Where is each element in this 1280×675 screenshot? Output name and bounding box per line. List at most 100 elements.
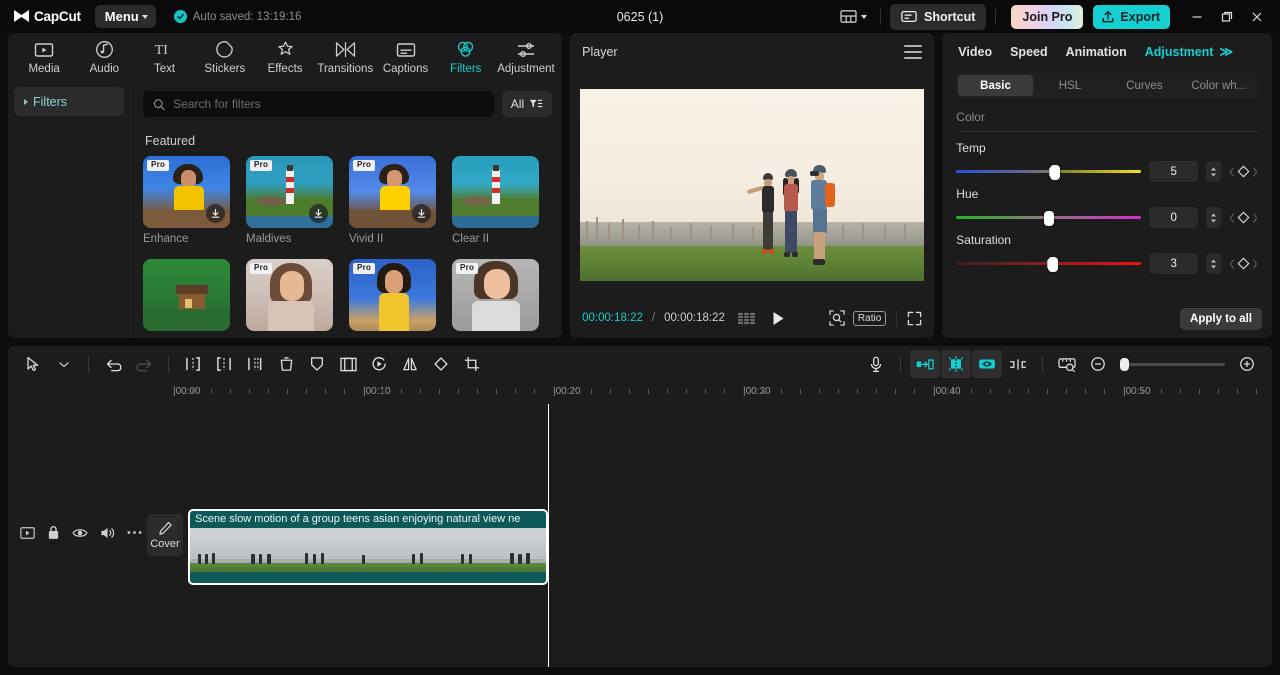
filter-item[interactable]: Pro Maldives: [246, 156, 333, 245]
filter-sort-button[interactable]: All: [501, 91, 553, 117]
frames-icon[interactable]: [738, 312, 755, 325]
filter-item[interactable]: Pro Vivid II: [349, 156, 436, 245]
hamburger-icon[interactable]: [904, 45, 923, 59]
segment-curves[interactable]: Curves: [1107, 75, 1181, 96]
filter-item[interactable]: [143, 259, 230, 336]
select-tool[interactable]: [18, 350, 48, 378]
tab-adjustment[interactable]: Adjustment: [496, 34, 556, 80]
tab-animation[interactable]: Animation: [1066, 45, 1127, 59]
saturation-stepper[interactable]: [1206, 253, 1221, 274]
video-preview[interactable]: [580, 88, 925, 281]
layout-button[interactable]: [836, 3, 871, 30]
tab-filters[interactable]: Filters: [436, 34, 496, 80]
rotate-button[interactable]: [426, 350, 456, 378]
ruler-scale[interactable]: |00:00 |00:10 |00:20 |00:30 |00:40 |00:50: [143, 382, 1272, 404]
timeline-ruler[interactable]: |00:00 |00:10 |00:20 |00:30 |00:40 |00:50: [8, 382, 1272, 404]
filter-item[interactable]: Pro: [452, 259, 539, 336]
more-icon[interactable]: [127, 530, 142, 535]
filter-item[interactable]: Pro: [246, 259, 333, 336]
tab-effects[interactable]: Effects: [255, 34, 315, 80]
hue-keyframe[interactable]: [1229, 211, 1258, 224]
hue-stepper[interactable]: [1206, 207, 1221, 228]
zoom-slider-knob[interactable]: [1120, 357, 1129, 371]
download-icon[interactable]: [309, 204, 328, 223]
split-marker-button[interactable]: [1003, 350, 1033, 378]
auto-align-button[interactable]: [910, 350, 940, 378]
video-clip[interactable]: Scene slow motion of a group teens asian…: [188, 509, 548, 585]
segment-hsl[interactable]: HSL: [1033, 75, 1107, 96]
eye-icon[interactable]: [72, 527, 88, 539]
reverse-button[interactable]: [364, 350, 394, 378]
hue-slider[interactable]: [956, 210, 1142, 226]
tab-audio[interactable]: Audio: [74, 34, 134, 80]
maximize-button[interactable]: [1212, 4, 1242, 30]
tab-label: Effects: [267, 62, 303, 75]
link-toggle[interactable]: [972, 350, 1002, 378]
zoom-slider[interactable]: [1120, 357, 1225, 371]
crop-button[interactable]: [457, 350, 487, 378]
play-button[interactable]: [772, 311, 785, 326]
split-button[interactable]: [178, 350, 208, 378]
zoom-in-button[interactable]: [1232, 350, 1262, 378]
video-track-icon[interactable]: [20, 526, 35, 539]
ratio-button[interactable]: Ratio: [852, 310, 887, 326]
menu-button[interactable]: Menu: [94, 5, 156, 28]
filter-item[interactable]: Pro Enhance: [143, 156, 230, 245]
delete-left-button[interactable]: [209, 350, 239, 378]
filter-item[interactable]: Clear II: [452, 156, 539, 245]
apply-to-all-button[interactable]: Apply to all: [1180, 308, 1262, 330]
tab-transitions[interactable]: Transitions: [315, 34, 375, 80]
measure-button[interactable]: [1052, 350, 1082, 378]
filmstrip-frame: [190, 528, 242, 572]
temp-stepper[interactable]: [1206, 161, 1221, 182]
tab-stickers[interactable]: Stickers: [195, 34, 255, 80]
shortcut-button[interactable]: Shortcut: [890, 3, 987, 30]
magnet-toggle[interactable]: [941, 350, 971, 378]
delete-button[interactable]: [271, 350, 301, 378]
freeze-button[interactable]: [302, 350, 332, 378]
tab-video[interactable]: Video: [958, 45, 992, 59]
search-box[interactable]: [143, 91, 494, 117]
filter-item[interactable]: Pro: [349, 259, 436, 336]
record-button[interactable]: [861, 350, 891, 378]
more-tabs-icon[interactable]: ≫: [1219, 44, 1233, 60]
select-dropdown[interactable]: [49, 350, 79, 378]
minimize-button[interactable]: [1182, 4, 1212, 30]
join-pro-button[interactable]: Join Pro: [1011, 4, 1084, 29]
close-button[interactable]: [1242, 4, 1272, 30]
segment-basic[interactable]: Basic: [958, 75, 1033, 96]
tab-text[interactable]: TI Text: [134, 34, 194, 80]
tab-captions[interactable]: Captions: [375, 34, 435, 80]
temp-keyframe[interactable]: [1229, 165, 1258, 178]
saturation-keyframe[interactable]: [1229, 257, 1258, 270]
mirror-button[interactable]: [395, 350, 425, 378]
pro-badge: Pro: [250, 263, 273, 274]
segment-color-wheels[interactable]: Color wh...: [1182, 75, 1256, 96]
video-lane[interactable]: Scene slow motion of a group teens asian…: [143, 404, 1272, 667]
export-button[interactable]: Export: [1093, 4, 1170, 29]
hue-value[interactable]: 0: [1149, 207, 1199, 228]
saturation-value[interactable]: 3: [1149, 253, 1199, 274]
tab-media[interactable]: Media: [14, 34, 74, 80]
download-icon[interactable]: [206, 204, 225, 223]
zoom-out-button[interactable]: [1083, 350, 1113, 378]
crop-frame-button[interactable]: [333, 350, 363, 378]
tab-adjustment[interactable]: Adjustment: [1145, 45, 1214, 59]
redo-button[interactable]: [129, 350, 159, 378]
ruler-tick: [857, 389, 858, 394]
delete-right-button[interactable]: [240, 350, 270, 378]
lock-icon[interactable]: [47, 525, 60, 540]
temp-slider[interactable]: [956, 164, 1142, 180]
saturation-slider[interactable]: [956, 256, 1142, 272]
search-input[interactable]: [173, 97, 484, 111]
undo-button[interactable]: [98, 350, 128, 378]
sidebar-item-filters[interactable]: Filters: [14, 87, 124, 116]
playhead[interactable]: [548, 404, 549, 667]
captions-icon: [396, 40, 416, 60]
tab-speed[interactable]: Speed: [1010, 45, 1048, 59]
zoom-region-icon[interactable]: [829, 310, 845, 326]
temp-value[interactable]: 5: [1149, 161, 1199, 182]
volume-icon[interactable]: [100, 526, 115, 540]
download-icon[interactable]: [412, 204, 431, 223]
fullscreen-icon[interactable]: [907, 311, 922, 326]
